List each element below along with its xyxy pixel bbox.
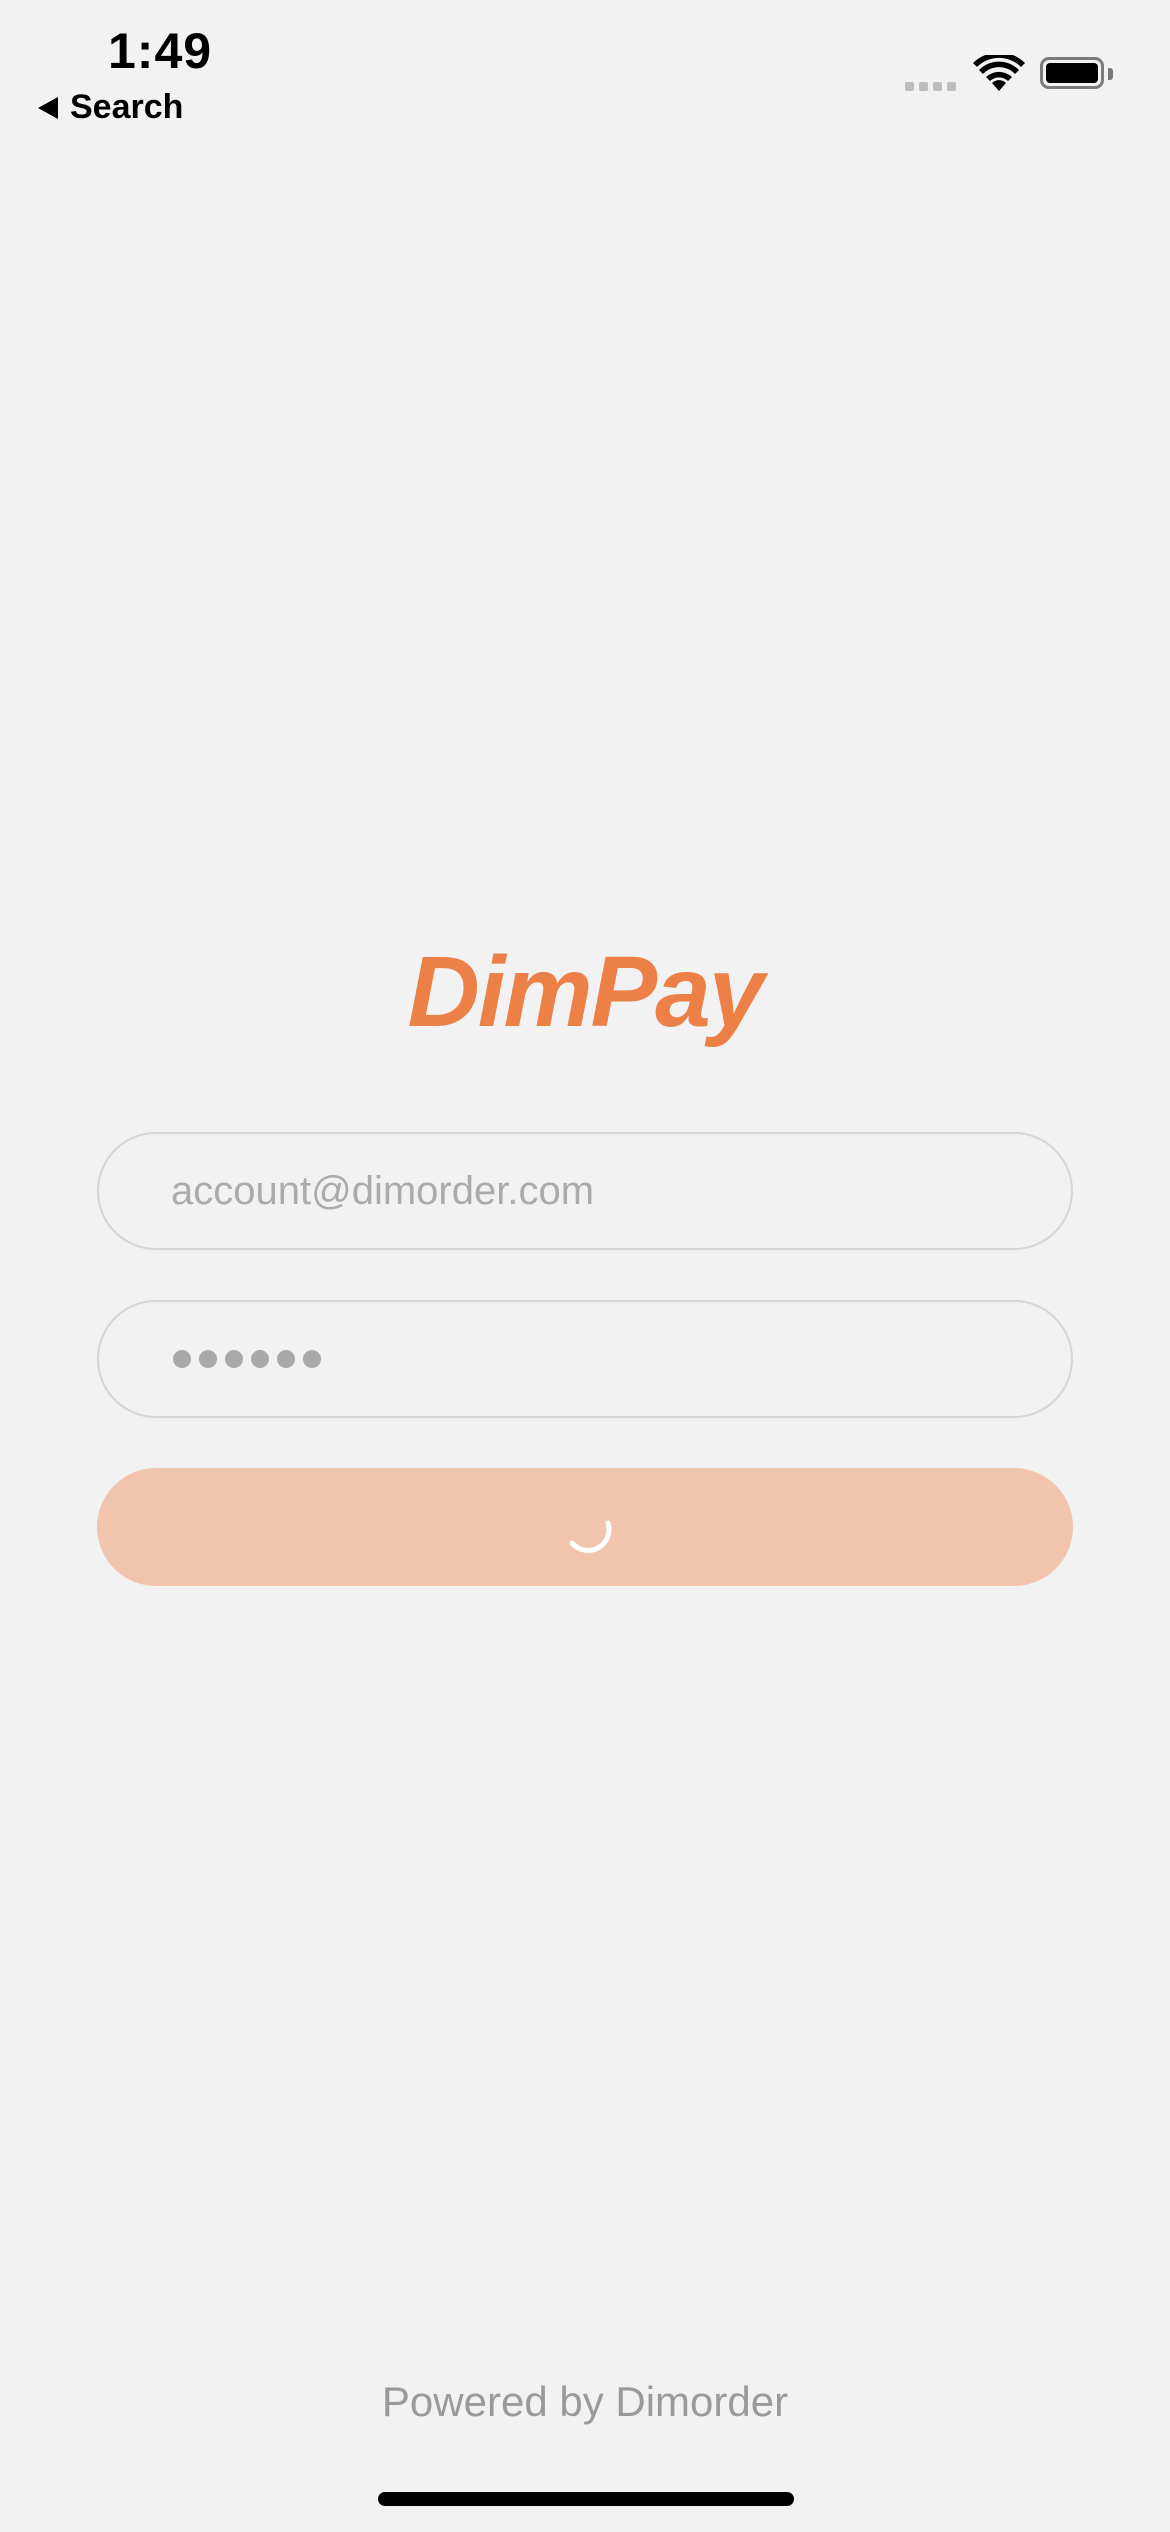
cellular-signal-icon <box>905 82 956 91</box>
loading-spinner-icon <box>569 1520 612 1553</box>
login-screen: 1:49 Search DimPay account@dimorder.com … <box>0 0 1170 2532</box>
battery-tip <box>1108 68 1113 80</box>
back-arrow-icon <box>38 96 58 119</box>
email-placeholder: account@dimorder.com <box>171 1168 595 1213</box>
password-mask <box>171 1350 321 1368</box>
password-dot <box>225 1350 243 1368</box>
password-dot <box>173 1350 191 1368</box>
wifi-icon <box>973 55 1025 91</box>
password-dot <box>303 1350 321 1368</box>
battery-icon <box>1040 57 1104 89</box>
app-logo: DimPay <box>407 936 765 1048</box>
login-button[interactable] <box>97 1468 1073 1586</box>
password-dot <box>199 1350 217 1368</box>
status-time: 1:49 <box>108 23 213 79</box>
password-dot <box>251 1350 269 1368</box>
back-to-search-button[interactable]: Search <box>38 88 183 127</box>
email-field[interactable]: account@dimorder.com <box>97 1132 1073 1250</box>
back-label: Search <box>70 88 184 126</box>
password-dot <box>277 1350 295 1368</box>
powered-by-text: Powered by Dimorder <box>381 2378 789 2425</box>
password-field[interactable] <box>97 1300 1073 1418</box>
battery-level <box>1046 63 1098 83</box>
home-indicator[interactable] <box>378 2492 794 2506</box>
